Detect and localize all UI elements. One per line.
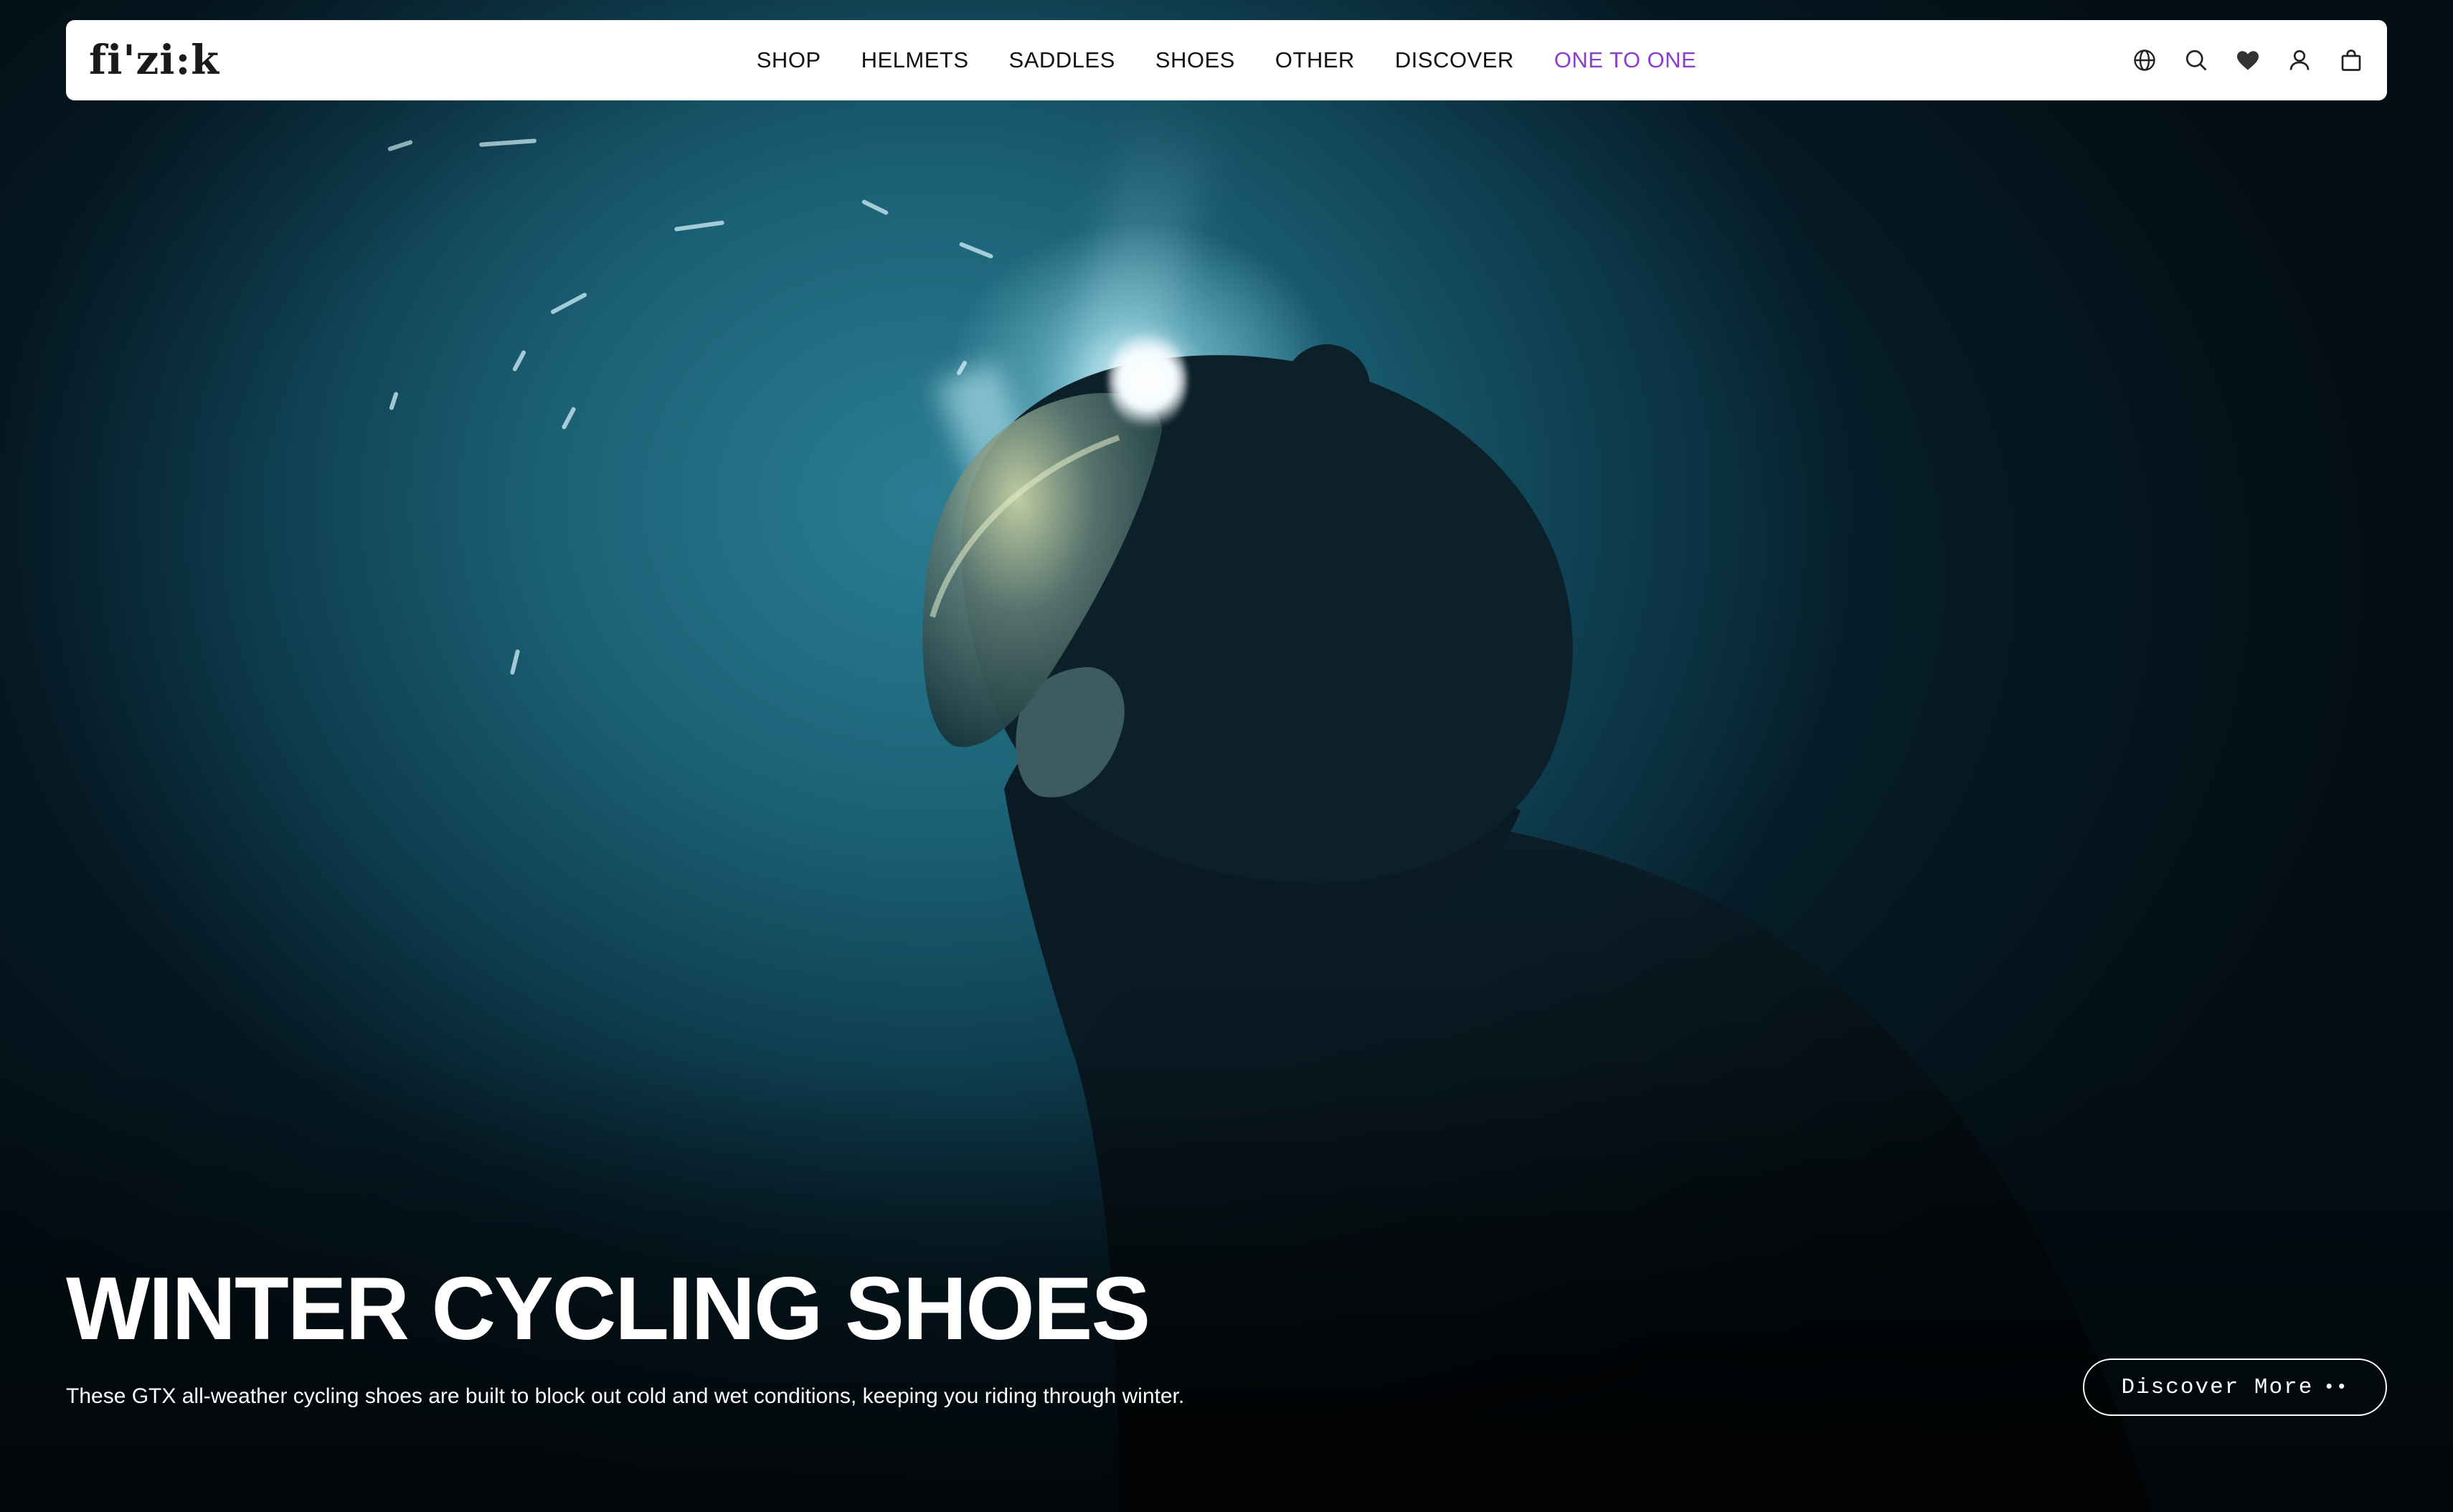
nav-icon-group	[2132, 20, 2364, 100]
globe-icon[interactable]	[2132, 47, 2157, 73]
nav-item-helmets[interactable]: HELMETS	[861, 47, 969, 73]
hero-subtitle: These GTX all-weather cycling shoes are …	[66, 1384, 1185, 1408]
bag-icon[interactable]	[2338, 47, 2364, 73]
fizik-logo[interactable]: fi'zi:k	[89, 36, 219, 85]
search-icon[interactable]	[2183, 47, 2209, 73]
nav-item-other[interactable]: OTHER	[1275, 47, 1355, 73]
discover-more-button[interactable]: Discover More ••	[2083, 1359, 2387, 1416]
dots-icon: ••	[2323, 1376, 2349, 1398]
top-navbar: fi'zi:k SHOP HELMETS SADDLES SHOES OTHER…	[66, 20, 2387, 100]
nav-item-saddles[interactable]: SADDLES	[1009, 47, 1115, 73]
main-menu: SHOP HELMETS SADDLES SHOES OTHER DISCOVE…	[66, 20, 2387, 100]
nav-item-discover[interactable]: DISCOVER	[1395, 47, 1514, 73]
discover-more-label: Discover More	[2121, 1374, 2314, 1400]
nav-item-shoes[interactable]: SHOES	[1155, 47, 1235, 73]
user-icon[interactable]	[2287, 47, 2312, 73]
heart-icon[interactable]	[2235, 47, 2261, 73]
nav-item-shop[interactable]: SHOP	[757, 47, 821, 73]
hero-headline: WINTER CYCLING SHOES	[66, 1260, 1150, 1359]
nav-item-one-to-one[interactable]: ONE TO ONE	[1554, 47, 1697, 73]
